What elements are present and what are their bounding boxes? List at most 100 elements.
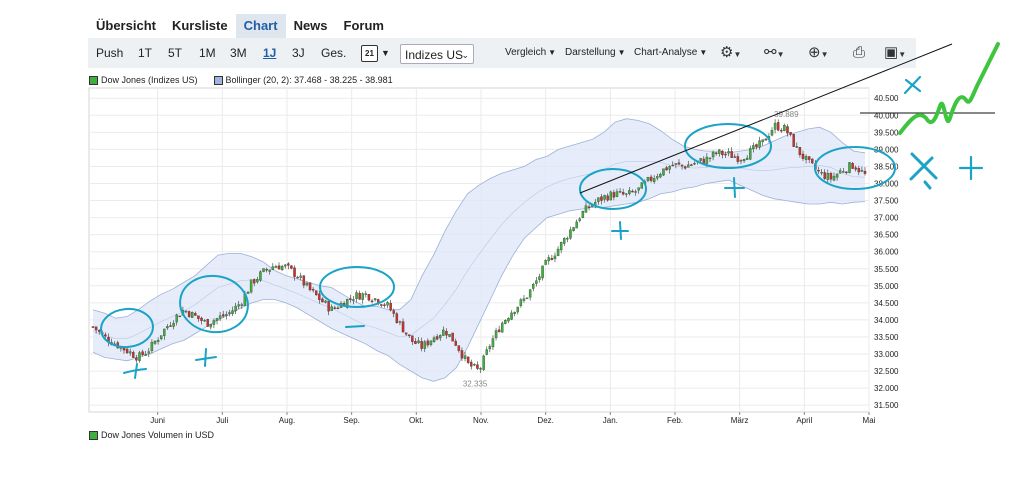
candle-body [677, 162, 681, 165]
candle-body [135, 357, 138, 361]
candle-body [739, 160, 743, 162]
candle-body [166, 326, 169, 329]
candle-body [256, 279, 259, 283]
x-tick-label: Aug. [279, 416, 295, 425]
candle-body [612, 192, 616, 198]
candle-body [631, 190, 634, 193]
candle-body [693, 163, 696, 165]
candle-body [395, 313, 399, 323]
candle-body [209, 324, 213, 328]
candle-body [252, 279, 256, 284]
candle-body [733, 156, 737, 158]
price-chart[interactable]: 31.500 32.000 32.500 33.000 33.500 34.000 34.5… [0, 0, 1020, 477]
candle-body [755, 144, 758, 148]
candle-body [789, 132, 792, 135]
y-tick-label: 39.500 [874, 128, 899, 137]
candle-body [466, 356, 470, 363]
candle-body [618, 191, 622, 193]
candle-body [457, 345, 461, 351]
candle-body [401, 321, 405, 333]
y-tick-label: 34.000 [874, 316, 899, 325]
x-tick-label: Mai [863, 416, 876, 425]
candle-body [705, 156, 709, 164]
candle-body [674, 163, 678, 165]
candle-body [491, 338, 495, 348]
candle-body [411, 335, 414, 342]
candle-body [600, 196, 603, 201]
candle-body [163, 328, 166, 336]
annotation-x [909, 152, 938, 190]
candle-body [206, 319, 209, 327]
candle-body [172, 322, 175, 327]
candle-body [544, 260, 547, 265]
annotation-plus [958, 155, 984, 181]
candle-body [863, 170, 867, 174]
candle-body [510, 312, 513, 320]
candle-body [460, 350, 464, 359]
candle-body [280, 265, 284, 271]
y-tick-label: 32.000 [874, 384, 899, 393]
candle-body [656, 176, 659, 179]
candle-body [175, 314, 178, 323]
candle-body [336, 307, 340, 310]
candle-body [547, 257, 550, 262]
candle-body [237, 304, 240, 307]
candle-body [783, 124, 786, 132]
candle-body [439, 335, 442, 339]
legend-swatch-volume [89, 431, 98, 441]
y-tick-label: 36.500 [874, 231, 899, 240]
y-tick-label: 32.500 [874, 367, 899, 376]
candle-body [835, 173, 839, 178]
candle-body [752, 145, 755, 149]
candle-body [621, 192, 625, 195]
candle-body [807, 156, 811, 160]
candle-body [485, 349, 488, 355]
candle-body [125, 348, 129, 354]
candle-body [662, 168, 665, 176]
candle-body [262, 268, 265, 272]
candle-body [215, 318, 219, 321]
candle-body [414, 341, 417, 344]
candle-body [432, 337, 436, 342]
candle-body [749, 148, 752, 160]
candle-body [352, 299, 355, 301]
candle-body [566, 238, 569, 240]
candle-body [398, 321, 402, 323]
candle-body [532, 284, 535, 289]
candle-body [640, 182, 644, 189]
candle-body [535, 280, 538, 284]
y-tick-label: 35.000 [874, 282, 899, 291]
candle-body [845, 171, 848, 174]
candle-body [169, 325, 172, 327]
candle-body [308, 282, 312, 291]
candle-body [780, 129, 783, 132]
y-tick-label: 37.000 [874, 214, 899, 223]
x-tick-label: Feb. [667, 416, 683, 425]
candle-body [392, 310, 395, 314]
candle-body [448, 334, 451, 337]
candle-body [628, 190, 631, 194]
candle-body [370, 300, 374, 303]
candle-body [138, 352, 141, 361]
candle-body [473, 363, 476, 366]
candle-body [268, 269, 271, 272]
x-tick-label: März [731, 416, 749, 425]
candle-body [761, 139, 764, 143]
annotation-forecast [898, 42, 1000, 135]
candle-body [513, 311, 516, 314]
candle-body [271, 266, 275, 270]
candle-body [804, 156, 808, 160]
candle-body [314, 290, 318, 296]
candle-body [817, 169, 820, 172]
candle-body [417, 340, 420, 344]
candle-body [330, 306, 333, 311]
candle-body [563, 237, 566, 244]
candle-body [854, 167, 857, 170]
candle-body [652, 178, 656, 183]
candle-body [225, 314, 228, 316]
candle-body [259, 271, 262, 281]
candle-body [718, 149, 721, 154]
candle-body [553, 255, 557, 260]
candle-body [94, 326, 98, 331]
candle-body [283, 264, 287, 267]
